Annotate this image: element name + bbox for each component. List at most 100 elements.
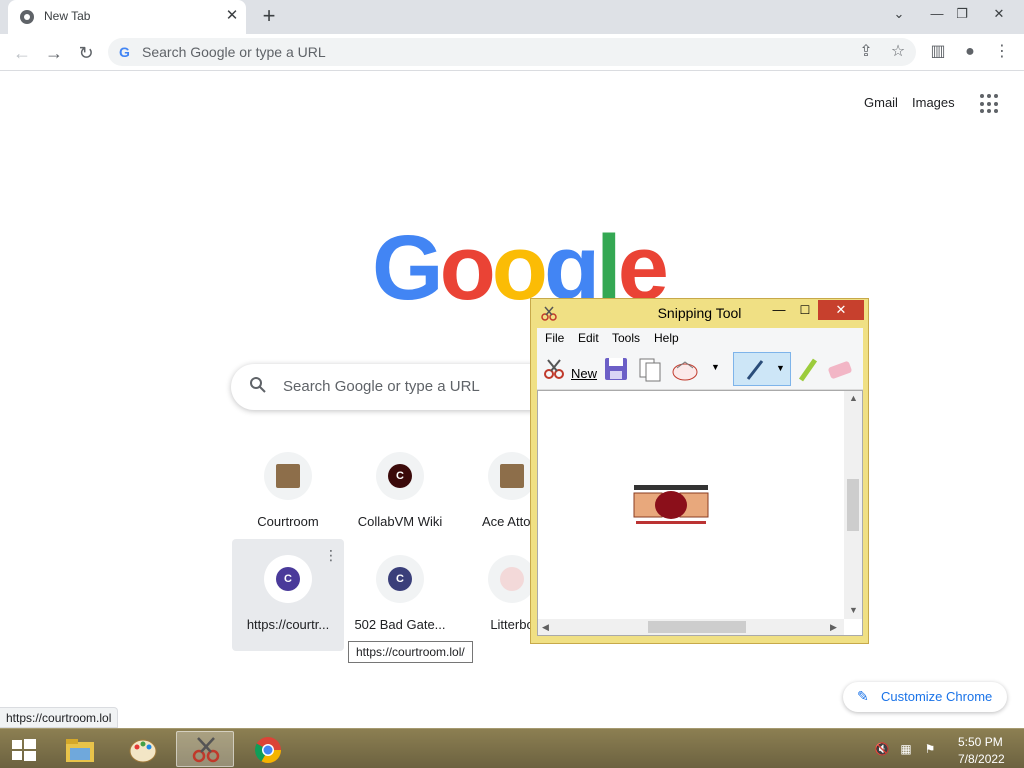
search-icon: [250, 377, 266, 393]
pen-icon: [746, 360, 764, 380]
letter-avatar: C: [388, 464, 412, 488]
shortcut-tile-courtroom-lol[interactable]: C ⋮ https://courtr...: [232, 539, 344, 651]
side-panel-icon[interactable]: ▥: [926, 40, 950, 64]
clock-time[interactable]: 5:50 PM: [958, 735, 1003, 749]
folder-icon: [66, 739, 94, 762]
tab-strip: New Tab ✕ + ⌄ — ❐ ✕: [0, 0, 1024, 34]
menu-edit[interactable]: Edit: [578, 331, 599, 345]
logo-letter: G: [372, 217, 444, 319]
letter-avatar: C: [276, 567, 300, 591]
letter-avatar: C: [388, 567, 412, 591]
scroll-up-icon[interactable]: ▲: [849, 393, 858, 403]
tab-search-chevron-icon[interactable]: ⌄: [882, 0, 916, 30]
snip-close-button[interactable]: ✕: [818, 300, 864, 320]
snip-image: [633, 485, 709, 524]
tooltip: https://courtroom.lol/: [348, 641, 473, 663]
pen-tool-button[interactable]: ▼: [733, 352, 791, 386]
tab-title: New Tab: [44, 9, 91, 23]
send-snip-icon[interactable]: [671, 354, 701, 384]
horizontal-scrollbar[interactable]: ◀ ▶: [538, 619, 844, 635]
shortcut-label: CollabVM Wiki: [357, 514, 443, 529]
customize-chrome-button[interactable]: ✎ Customize Chrome: [843, 682, 1007, 712]
back-button[interactable]: ←: [8, 39, 36, 67]
eraser-icon[interactable]: [825, 354, 855, 384]
shortcut-favicon: C: [264, 555, 312, 603]
character-portrait-icon: [500, 464, 524, 488]
omnibox-placeholder: Search Google or type a URL: [142, 44, 326, 60]
menu-help[interactable]: Help: [654, 331, 679, 345]
shortcut-favicon: C: [376, 452, 424, 500]
snipping-tool-task[interactable]: [176, 731, 234, 767]
shortcut-label: 502 Bad Gate...: [354, 617, 446, 632]
network-icon[interactable]: ▦: [898, 741, 914, 757]
snipping-tool-window: Snipping Tool — ☐ ✕ File Edit Tools Help…: [530, 298, 869, 644]
browser-toolbar: ← → ↻ G Search Google or type a URL ⇪ ☆ …: [0, 34, 1024, 71]
dropdown-arrow-icon[interactable]: ▼: [711, 362, 720, 372]
shortcut-tile-502-bad-gateway[interactable]: C 502 Bad Gate...: [344, 539, 456, 651]
snip-maximize-button[interactable]: ☐: [793, 301, 817, 321]
file-explorer-task[interactable]: [50, 731, 108, 767]
clock-date[interactable]: 7/8/2022: [958, 752, 1005, 766]
new-tab-button[interactable]: +: [256, 5, 282, 29]
new-snip-button[interactable]: New: [539, 354, 597, 384]
shortcut-favicon: C: [376, 555, 424, 603]
profile-avatar-icon[interactable]: ●: [958, 40, 982, 64]
taskbar: 🔇 ▦ ⚑ 5:50 PM 7/8/2022: [0, 728, 1024, 768]
action-center-flag-icon[interactable]: ⚑: [922, 741, 938, 757]
bookmark-star-icon[interactable]: ☆: [886, 40, 910, 64]
omnibox[interactable]: G Search Google or type a URL ⇪ ☆: [108, 38, 916, 66]
tab-close-icon[interactable]: ✕: [222, 6, 242, 26]
scissors-icon: [192, 737, 220, 763]
shortcut-favicon: [488, 452, 536, 500]
paint-task[interactable]: [113, 731, 171, 767]
character-portrait-icon: [276, 464, 300, 488]
customize-chrome-label: Customize Chrome: [881, 689, 993, 704]
vertical-scrollbar[interactable]: ▲ ▼: [844, 391, 862, 619]
snip-minimize-button[interactable]: —: [767, 301, 791, 321]
google-apps-icon[interactable]: [980, 94, 1000, 114]
chrome-task[interactable]: [239, 731, 297, 767]
shortcut-tile-collabvm-wiki[interactable]: C CollabVM Wiki: [344, 436, 456, 548]
vertical-scroll-thumb[interactable]: [847, 479, 859, 531]
share-icon[interactable]: ⇪: [854, 40, 878, 64]
forward-button[interactable]: →: [40, 39, 68, 67]
tab-new-tab[interactable]: New Tab ✕: [8, 0, 246, 34]
menu-tools[interactable]: Tools: [612, 331, 640, 345]
new-snip-label: New: [571, 366, 598, 381]
scroll-right-icon[interactable]: ▶: [830, 622, 837, 633]
window-restore-button[interactable]: ❐: [945, 0, 979, 30]
shortcut-tile-courtroom[interactable]: Courtroom: [232, 436, 344, 548]
chrome-menu-icon[interactable]: ⋮: [990, 40, 1014, 64]
window-close-button[interactable]: ✕: [982, 0, 1016, 30]
pen-dropdown-arrow-icon[interactable]: ▼: [776, 363, 785, 373]
volume-muted-icon[interactable]: 🔇: [874, 741, 890, 757]
chrome-favicon-icon: [20, 10, 34, 24]
windows-start-icon[interactable]: [4, 735, 42, 765]
gmail-link[interactable]: Gmail: [864, 95, 898, 110]
more-options-icon[interactable]: ⋮: [324, 547, 338, 563]
paint-palette-icon: [129, 739, 157, 763]
scissors-icon: [544, 359, 564, 379]
snip-canvas: ▲ ▼ ◀ ▶: [537, 390, 863, 636]
status-bubble: https://courtroom.lol: [0, 707, 119, 728]
horizontal-scroll-thumb[interactable]: [648, 621, 746, 633]
litterbox-icon: [500, 567, 524, 591]
copy-icon[interactable]: [637, 354, 663, 384]
snip-menubar: File Edit Tools Help: [537, 328, 863, 348]
shortcut-favicon: [488, 555, 536, 603]
reload-button[interactable]: ↻: [72, 39, 100, 67]
google-g-icon: G: [119, 44, 130, 60]
snip-toolbar: New ▼ ▼: [537, 348, 863, 390]
shortcut-label: https://courtr...: [246, 617, 330, 632]
save-icon[interactable]: [603, 354, 629, 384]
scroll-left-icon[interactable]: ◀: [542, 622, 549, 633]
menu-file[interactable]: File: [545, 331, 564, 345]
highlighter-icon[interactable]: [795, 354, 821, 384]
shortcut-label: Courtroom: [257, 514, 319, 529]
scroll-down-icon[interactable]: ▼: [849, 605, 858, 615]
snipping-tool-titlebar[interactable]: Snipping Tool — ☐ ✕: [531, 299, 868, 327]
chrome-icon: [254, 737, 282, 764]
pencil-icon: ✎: [857, 688, 869, 704]
images-link[interactable]: Images: [912, 95, 955, 110]
ntp-search-placeholder: Search Google or type a URL: [283, 378, 480, 395]
